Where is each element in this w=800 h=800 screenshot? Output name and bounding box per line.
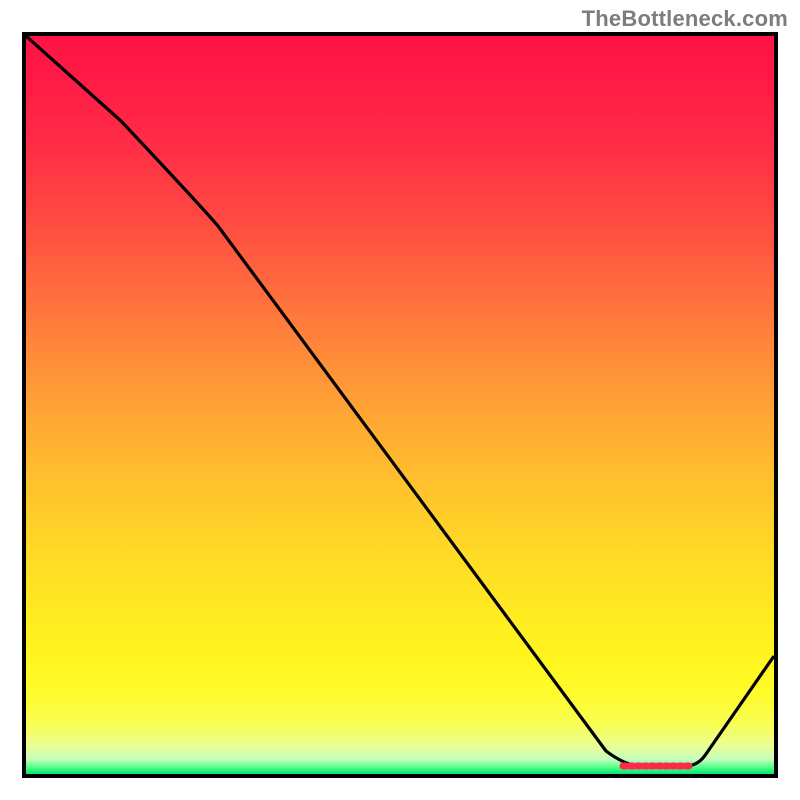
watermark-text: TheBottleneck.com <box>582 6 788 32</box>
chart-container: TheBottleneck.com <box>0 0 800 800</box>
line-overlay <box>26 36 774 774</box>
plot-frame <box>22 32 778 778</box>
curve-line <box>26 36 774 766</box>
